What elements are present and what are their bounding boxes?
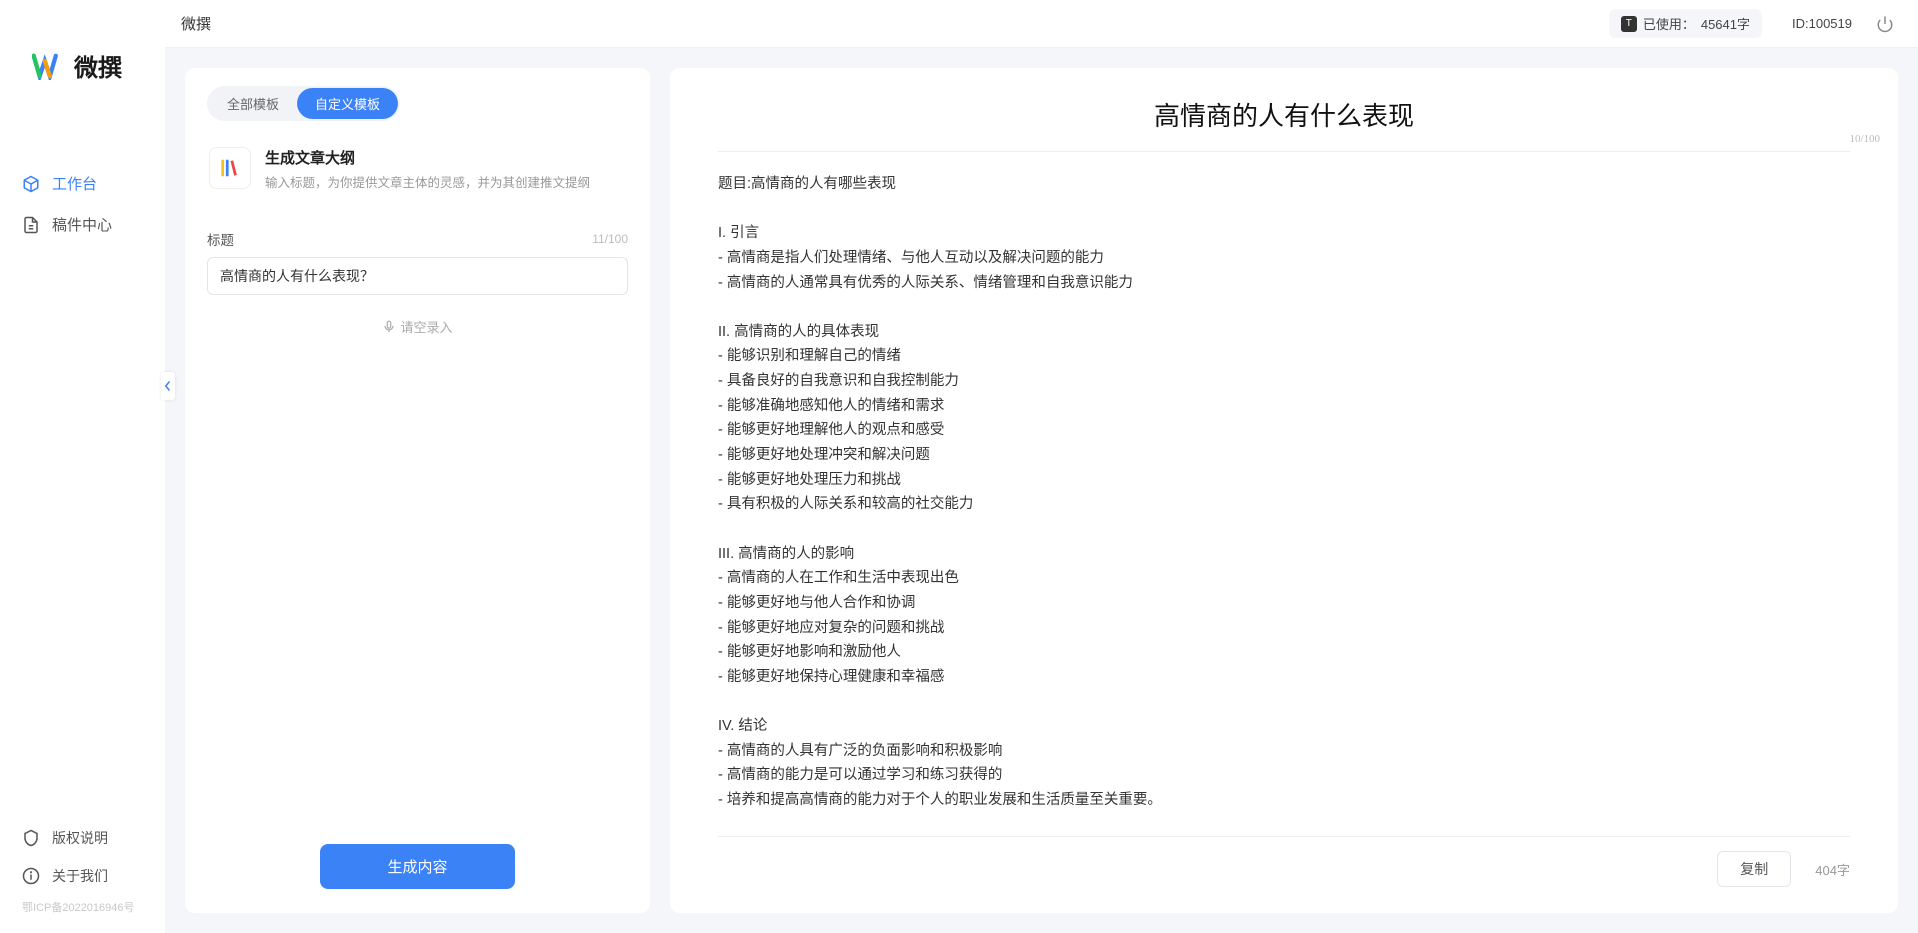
title-field-label: 标题 (207, 229, 234, 249)
nav-item-about[interactable]: 关于我们 (0, 857, 165, 895)
title-char-counter: 11/100 (592, 232, 628, 246)
panel-output: 高情商的人有什么表现 10/100 题目:高情商的人有哪些表现 I. 引言 - … (670, 68, 1898, 913)
title-input[interactable] (207, 257, 628, 295)
usage-value: 45641字 (1701, 14, 1750, 33)
output-body[interactable]: 题目:高情商的人有哪些表现 I. 引言 - 高情商是指人们处理情绪、与他人互动以… (718, 152, 1850, 813)
logo-text: 微撰 (74, 48, 122, 83)
panel-input: 全部模板 自定义模板 生成文章大纲 输入标题，为你提供文章主体的灵感，并为其创建… (185, 68, 650, 913)
nav-label: 关于我们 (52, 866, 108, 886)
text-badge-icon: T (1621, 16, 1637, 32)
nav-label: 稿件中心 (52, 214, 112, 235)
copy-button[interactable]: 复制 (1717, 851, 1791, 887)
info-icon (22, 867, 40, 885)
usage-label: 已使用： (1643, 14, 1695, 33)
template-tabs: 全部模板 自定义模板 (207, 86, 400, 121)
main: 微撰 T 已使用： 45641字 ID:100519 全部模板 自定义模板 (165, 0, 1918, 933)
nav-main: 工作台 稿件中心 (0, 113, 165, 819)
shield-icon (22, 829, 40, 847)
nav-bottom: 版权说明 关于我们 鄂ICP备2022016946号 (0, 819, 165, 933)
chevron-left-icon (164, 380, 172, 392)
tab-all-templates[interactable]: 全部模板 (209, 88, 297, 119)
output-footer: 复制 404字 (718, 836, 1850, 887)
page-title: 微撰 (181, 13, 211, 34)
nav-item-drafts[interactable]: 稿件中心 (0, 204, 165, 245)
template-thumb-icon (209, 147, 251, 189)
power-icon[interactable] (1876, 15, 1894, 33)
nav-item-copyright[interactable]: 版权说明 (0, 819, 165, 857)
usage-indicator[interactable]: T 已使用： 45641字 (1609, 9, 1762, 38)
template-card: 生成文章大纲 输入标题，为你提供文章主体的灵感，并为其创建推文提纲 (207, 143, 628, 211)
icp-text: 鄂ICP备2022016946号 (0, 895, 165, 923)
nav-label: 工作台 (52, 173, 97, 194)
voice-input-label: 请空录入 (400, 317, 452, 336)
nav-item-workbench[interactable]: 工作台 (0, 163, 165, 204)
template-desc: 输入标题，为你提供文章主体的灵感，并为其创建推文提纲 (265, 172, 590, 191)
tab-custom-templates[interactable]: 自定义模板 (297, 88, 398, 119)
topbar: 微撰 T 已使用： 45641字 ID:100519 (165, 0, 1918, 48)
sidebar: 微撰 工作台 稿件中心 版权说明 关于我们 鄂ICP备2022016946号 (0, 0, 165, 933)
voice-input-button[interactable]: 请空录入 (207, 317, 628, 336)
document-icon (22, 216, 40, 234)
nav-label: 版权说明 (52, 828, 108, 848)
user-id: ID:100519 (1792, 16, 1852, 31)
generate-button[interactable]: 生成内容 (320, 844, 515, 889)
microphone-icon (382, 320, 396, 334)
cube-icon (22, 175, 40, 193)
logo[interactable]: 微撰 (0, 0, 165, 113)
output-title-counter: 10/100 (1849, 133, 1880, 145)
logo-icon (32, 52, 66, 80)
content: 全部模板 自定义模板 生成文章大纲 输入标题，为你提供文章主体的灵感，并为其创建… (165, 48, 1918, 933)
template-title: 生成文章大纲 (265, 147, 590, 168)
output-title: 高情商的人有什么表现 10/100 (718, 96, 1850, 152)
output-word-count: 404字 (1815, 860, 1850, 879)
output-title-text: 高情商的人有什么表现 (1154, 102, 1414, 131)
sidebar-collapse-button[interactable] (161, 372, 175, 400)
